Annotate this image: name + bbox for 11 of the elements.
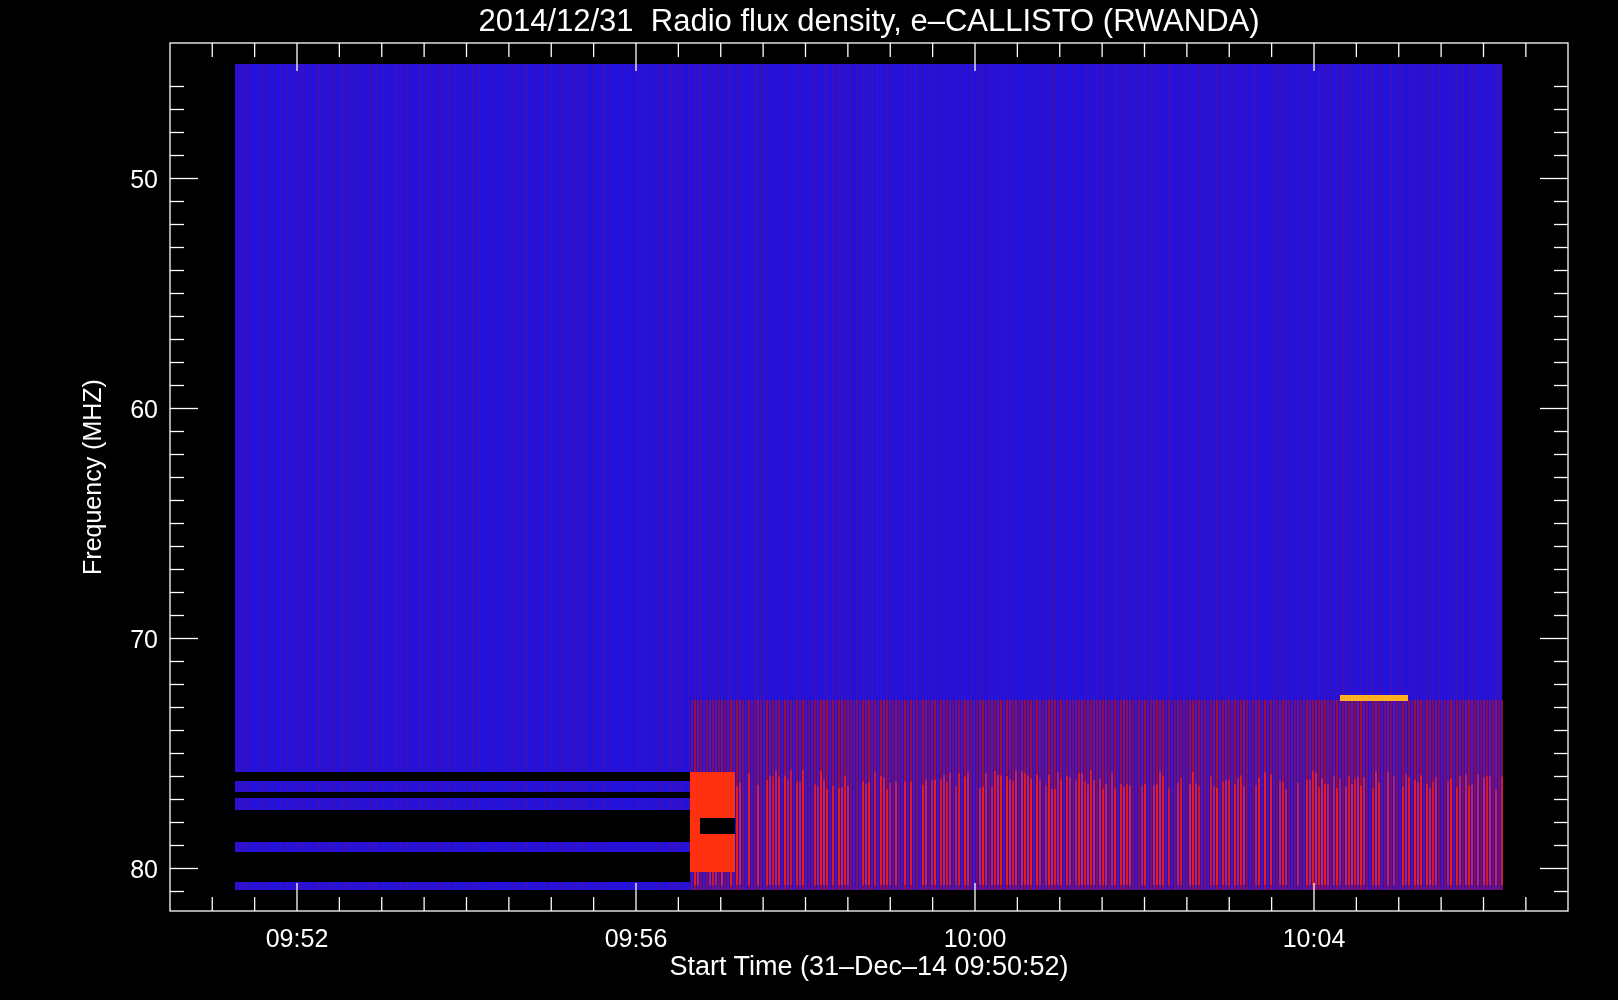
x-tick-label: 10:04	[1282, 924, 1346, 952]
x-tick-label: 10:00	[943, 924, 1007, 952]
y-tick-label: 50	[130, 164, 158, 193]
x-tick-label: 09:52	[265, 924, 329, 952]
chart-title: 2014/12/31 Radio flux density, e–CALLISTO (RWANDA)	[478, 3, 1260, 38]
y-axis-label: Frequency (MHZ)	[78, 379, 106, 575]
y-tick-label: 80	[130, 854, 158, 883]
y-tick-label: 70	[130, 624, 158, 653]
x-tick-label: 09:56	[604, 924, 668, 952]
y-tick-label: 60	[130, 394, 158, 423]
x-axis-label: Start Time (31–Dec–14 09:50:52)	[669, 951, 1069, 981]
